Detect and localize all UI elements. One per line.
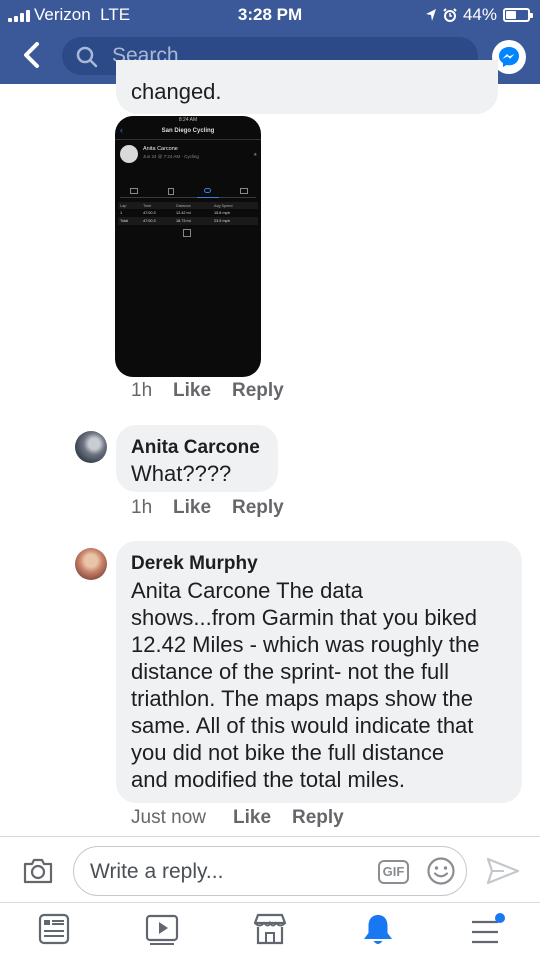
attachment-user: Anita Carcone xyxy=(143,146,178,152)
table-row: 1 47:00.3 12.42 mi 15.8 mph xyxy=(120,211,230,215)
comment-text-line: and modified the total miles. xyxy=(131,767,405,792)
news-feed-icon[interactable] xyxy=(38,912,70,946)
alarm-clock-icon xyxy=(443,8,457,22)
attachment-tab-icon xyxy=(240,188,248,194)
attachment-subtitle: Jun 24 @ 7:24 AM · Cycling xyxy=(143,154,199,159)
comment-text-line: Anita Carcone The data xyxy=(131,578,363,603)
menu-icon[interactable] xyxy=(468,912,508,946)
menu-badge-dot xyxy=(495,913,505,923)
comment-text-line: same. All of this would indicate that xyxy=(131,713,474,738)
back-chevron-icon[interactable] xyxy=(18,40,46,70)
camera-icon[interactable] xyxy=(22,857,54,885)
comment-text: What???? xyxy=(131,461,232,486)
marketplace-icon[interactable] xyxy=(252,912,288,946)
table-row: Total 47:00.3 18.73 mi 23.9 mph xyxy=(118,217,258,225)
comment-text-line: distance of the sprint- not the full xyxy=(131,659,449,684)
attached-activity-screenshot[interactable]: 8:24 AM ‹ San Diego Cycling Anita Carcon… xyxy=(115,116,261,377)
comment-bubble: Derek Murphy Anita Carcone The data show… xyxy=(116,541,522,803)
comment-text-line: you did not bike the full distance xyxy=(131,740,445,765)
messenger-icon xyxy=(499,47,519,67)
comment-text-line: 12.42 Miles - which was roughly the xyxy=(131,632,480,657)
reply-button[interactable]: Reply xyxy=(292,807,344,829)
comment-bubble-truncated: changed. xyxy=(116,60,498,114)
reply-button[interactable]: Reply xyxy=(232,380,284,402)
reply-button[interactable]: Reply xyxy=(232,497,284,519)
comment-meta: Just now Like Reply xyxy=(131,807,431,831)
battery-icon xyxy=(503,8,533,22)
reply-composer[interactable]: GIF xyxy=(73,846,467,896)
attachment-tab-icon xyxy=(130,188,138,194)
comment-author[interactable]: Anita Carcone xyxy=(131,437,260,459)
attachment-title: San Diego Cycling xyxy=(161,128,215,134)
attachment-status-time: 8:24 AM xyxy=(178,117,198,123)
battery-percent: 44% xyxy=(462,5,497,24)
attachment-copy-icon xyxy=(183,229,191,237)
avatar[interactable] xyxy=(75,431,107,463)
like-button[interactable]: Like xyxy=(233,807,271,829)
comment-time: 1h xyxy=(131,380,153,401)
status-bar: Verizon LTE 3:28 PM 44% xyxy=(0,0,540,30)
search-icon xyxy=(76,46,98,68)
comment-time: Just now xyxy=(131,807,206,828)
comment-meta: 1h Like Reply xyxy=(131,380,431,404)
gif-button[interactable]: GIF xyxy=(378,860,409,884)
send-arrow-icon[interactable] xyxy=(486,856,520,886)
watch-video-icon[interactable] xyxy=(145,912,181,946)
attachment-avatar xyxy=(120,145,138,163)
comment-bubble: Anita Carcone What???? xyxy=(116,425,278,492)
like-button[interactable]: Like xyxy=(173,497,211,519)
emoji-icon[interactable] xyxy=(426,856,456,886)
like-button[interactable]: Like xyxy=(173,380,211,402)
attachment-tab-icon xyxy=(204,188,211,193)
location-arrow-icon xyxy=(425,9,436,21)
comment-author[interactable]: Derek Murphy xyxy=(131,553,258,575)
notifications-bell-icon[interactable] xyxy=(361,912,395,948)
composer-divider xyxy=(0,836,540,837)
comment-text-line: triathlon. The maps maps show the xyxy=(131,686,473,711)
comment-meta: 1h Like Reply xyxy=(131,497,431,521)
reply-input[interactable] xyxy=(90,857,370,887)
tab-bar-divider xyxy=(0,902,540,903)
attachment-tab-icon xyxy=(168,188,174,195)
comment-text-line: shows...from Garmin that you biked xyxy=(131,605,478,630)
attachment-table: Lap Time Distance Avg Speed 1 47:00.3 12… xyxy=(118,202,258,225)
comment-time: 1h xyxy=(131,497,153,518)
avatar[interactable] xyxy=(75,548,107,580)
comment-text-tail: changed. xyxy=(131,79,222,104)
attachment-star-icon: ★ xyxy=(253,152,258,158)
